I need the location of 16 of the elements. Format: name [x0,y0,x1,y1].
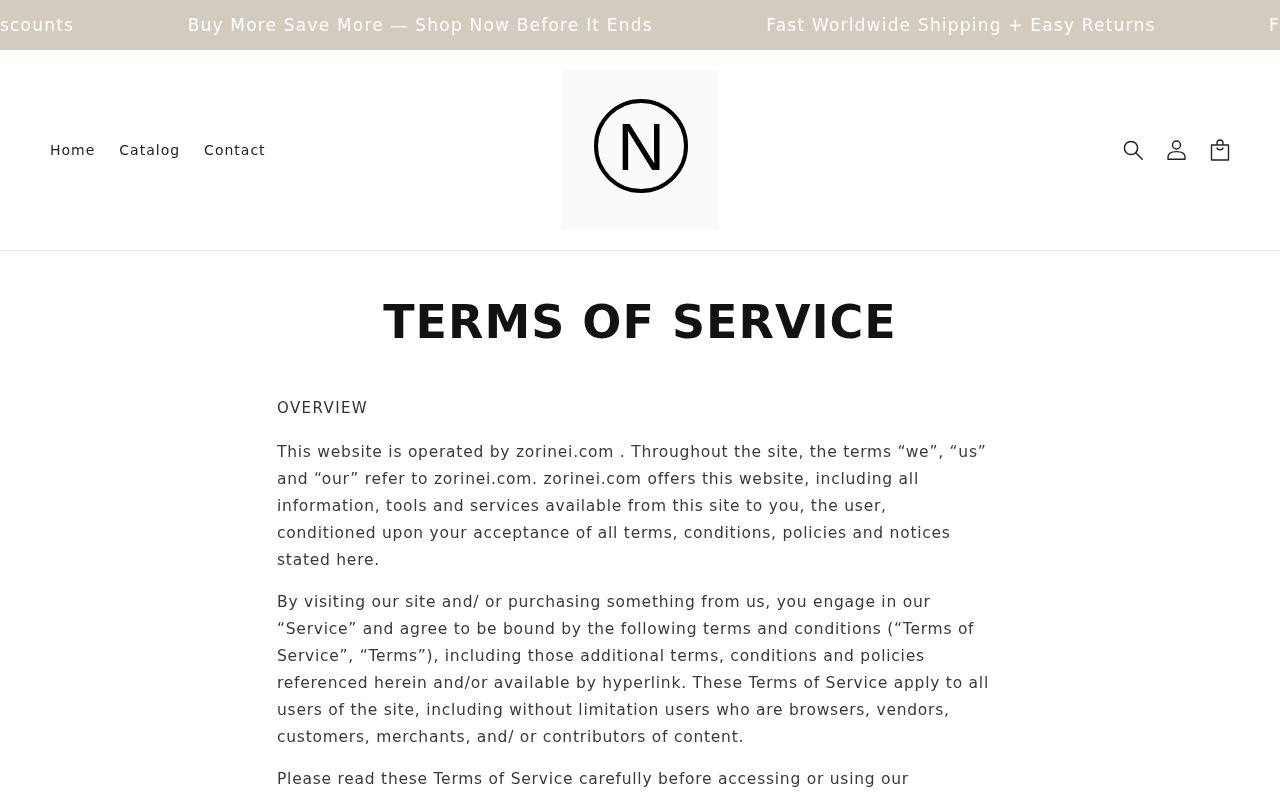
shopping-bag-icon[interactable] [1210,139,1230,161]
paragraph: By visiting our site and/ or purchasing something from us, you engage in our “Service” and agree to be bound by the following terms and conditions (“Terms of Service”, “Terms”), including those additional terms, conditions and policies referenced herein and/or available by hyperlink. These Terms of Service apply to all users of the site, including without limitation users who are browsers, vendors, customers, merchants, and/ or contributors of content. [277,592,989,748]
nav-link[interactable]: Contact [204,140,266,160]
announcement-text: F [1269,14,1280,36]
announcement-text: Fast Worldwide Shipping + Easy Returns [766,14,1156,36]
paragraph: Please read these Terms of Service carefully before accessing or using our [277,769,910,790]
store-logo[interactable]: N [562,70,718,230]
search-icon[interactable] [1123,140,1143,160]
account-icon[interactable] [1167,140,1186,160]
nav-link[interactable]: Catalog [119,140,181,160]
page-title: TERMS OF SERVICE [382,294,898,351]
nav-link[interactable]: Home [50,140,96,160]
paragraph: This website is operated by zorinei.com . Throughout the site, the terms “we”, “us” and “our” refer to zorinei.com. zorinei.com offers this website, including all information, tools and services available from this site to you, the user, conditioned upon your acceptance of all terms, conditions, policies and notices stated here. [277,442,988,571]
section-heading: OVERVIEW [277,398,370,419]
announcement-text: scounts [0,14,75,36]
announcement-text: Buy More Save More — Shop Now Before It Ends [187,14,653,36]
